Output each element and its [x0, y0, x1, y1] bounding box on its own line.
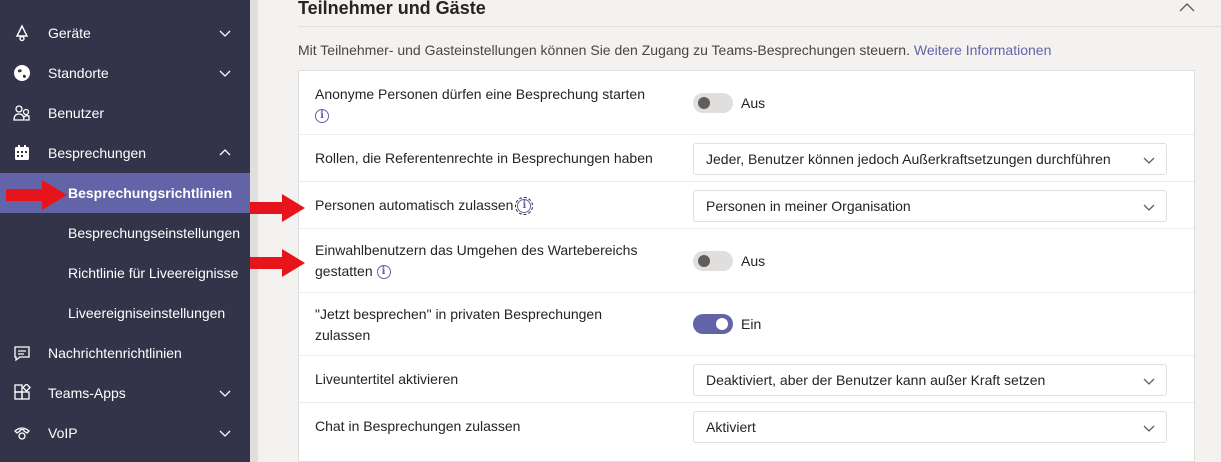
sidebar-item-besprechungen[interactable]: Besprechungen: [0, 133, 250, 173]
chevron-down-icon[interactable]: [218, 66, 232, 80]
chevron-down-icon: [1143, 378, 1155, 385]
chevron-down-icon[interactable]: [218, 386, 232, 400]
section-description: Mit Teilnehmer- und Gasteinstellungen kö…: [298, 42, 1051, 58]
annotation-arrow-icon: [250, 194, 305, 222]
sidebar-item-voip[interactable]: VoIP: [0, 413, 250, 453]
sidebar-item-label: Teams-Apps: [48, 385, 126, 401]
toggle-switch[interactable]: [693, 314, 733, 334]
toggle-state-label: Aus: [741, 95, 766, 111]
setting-row-presenter-roles: Rollen, die Referentenrechte in Besprech…: [299, 135, 1194, 182]
divider: [298, 26, 1221, 27]
apps-icon: [12, 383, 32, 403]
sidebar-item-label: VoIP: [48, 425, 78, 441]
toggle-knob: [698, 255, 710, 267]
setting-label-text: Einwahlbenutzern das Umgehen des Wartebe…: [315, 242, 638, 258]
toggle-switch[interactable]: [693, 251, 733, 271]
chevron-down-icon: [1143, 204, 1155, 211]
sidebar-divider: [250, 0, 258, 462]
setting-label: Liveuntertitel aktivieren: [315, 371, 459, 387]
setting-label: "Jetzt besprechen" in privaten Besprechu…: [315, 304, 602, 346]
chevron-down-icon: [1143, 157, 1155, 164]
dropdown-value: Deaktiviert, aber der Benutzer kann auße…: [706, 372, 1046, 388]
live-captions-dropdown[interactable]: Deaktiviert, aber der Benutzer kann auße…: [693, 364, 1167, 396]
sidebar-item-teams-apps[interactable]: Teams-Apps: [0, 373, 250, 413]
setting-row-meet-now-private: "Jetzt besprechen" in privaten Besprechu…: [299, 293, 1194, 356]
sidebar-subitem-besprechungseinstellungen[interactable]: Besprechungseinstellungen: [0, 213, 250, 253]
devices-icon: [12, 23, 32, 43]
dropdown-value: Jeder, Benutzer können jedoch Außerkraft…: [706, 151, 1111, 167]
learn-more-link[interactable]: Weitere Informationen: [914, 42, 1051, 58]
phone-icon: [12, 423, 32, 443]
meeting-chat-dropdown[interactable]: Aktiviert: [693, 411, 1167, 443]
toggle-knob: [698, 97, 710, 109]
info-icon[interactable]: i: [515, 197, 534, 216]
setting-label-text: zulassen: [315, 327, 371, 343]
sidebar-item-benutzer[interactable]: Benutzer: [0, 93, 250, 133]
info-icon[interactable]: i: [376, 265, 391, 280]
setting-label-text: Anonyme Personen dürfen eine Besprechung…: [315, 86, 645, 102]
sidebar-item-label: Standorte: [48, 65, 109, 81]
sidebar-item-label: Benutzer: [48, 105, 105, 121]
toggle-state-label: Ein: [741, 316, 762, 332]
sidebar-subitem-richtlinie-liveereignisse[interactable]: Richtlinie für Liveereignisse: [0, 253, 250, 293]
setting-label-text: gestatten: [315, 263, 373, 279]
toggle-switch[interactable]: [693, 93, 733, 113]
setting-label: Personen automatisch zulassen i: [315, 195, 534, 216]
sidebar-item-label: Besprechungen: [48, 145, 147, 161]
setting-row-live-captions: Liveuntertitel aktivieren Deaktiviert, a…: [299, 356, 1194, 403]
annotation-arrow-icon: [250, 249, 305, 277]
sidebar-subitem-label: Besprechungseinstellungen: [68, 225, 241, 241]
settings-card: Anonyme Personen dürfen eine Besprechung…: [298, 70, 1195, 462]
toggle-state-label: Aus: [741, 253, 766, 269]
sidebar-item-nachrichtenrichtlinien[interactable]: Nachrichtenrichtlinien: [0, 333, 250, 373]
chevron-down-icon: [1143, 425, 1155, 432]
sidebar-subitem-label: Richtlinie für Liveereignisse: [68, 265, 239, 281]
main-content: Teilnehmer und Gäste Mit Teilnehmer- und…: [258, 0, 1221, 462]
setting-label-text: Personen automatisch zulassen: [315, 197, 514, 213]
sidebar-subitem-label: Liveereigniseinstellungen: [68, 305, 226, 321]
setting-row-anonymous-start: Anonyme Personen dürfen eine Besprechung…: [299, 71, 1194, 135]
chat-icon: [12, 343, 32, 363]
sidebar-subitem-liveereigniseinstellungen[interactable]: Liveereigniseinstellungen: [0, 293, 250, 333]
dropdown-value: Personen in meiner Organisation: [706, 198, 911, 214]
description-text: Mit Teilnehmer- und Gasteinstellungen kö…: [298, 42, 910, 58]
chevron-up-icon[interactable]: [218, 146, 232, 160]
chevron-down-icon[interactable]: [218, 26, 232, 40]
users-icon: [12, 103, 32, 123]
sidebar-item-geraete[interactable]: Geräte: [0, 13, 250, 53]
presenter-roles-dropdown[interactable]: Jeder, Benutzer können jedoch Außerkraft…: [693, 143, 1167, 175]
annotation-arrow-icon: [6, 180, 67, 210]
dropdown-value: Aktiviert: [706, 419, 756, 435]
globe-icon: [12, 63, 32, 83]
setting-label: Chat in Besprechungen zulassen: [315, 418, 521, 434]
toggle-knob: [716, 318, 728, 330]
setting-label: Anonyme Personen dürfen eine Besprechung…: [315, 84, 645, 126]
setting-label-text: "Jetzt besprechen" in privaten Besprechu…: [315, 306, 603, 322]
auto-admit-dropdown[interactable]: Personen in meiner Organisation: [693, 190, 1167, 222]
setting-row-auto-admit: Personen automatisch zulassen i Personen…: [299, 182, 1194, 229]
chevron-up-icon[interactable]: [1178, 0, 1196, 14]
info-icon[interactable]: i: [315, 109, 329, 124]
setting-row-dialin-bypass-lobby: Einwahlbenutzern das Umgehen des Wartebe…: [299, 229, 1194, 293]
calendar-icon: [12, 143, 32, 163]
setting-row-meeting-chat: Chat in Besprechungen zulassen Aktiviert: [299, 403, 1194, 450]
section-title: Teilnehmer und Gäste: [298, 0, 486, 18]
setting-label: Rollen, die Referentenrechte in Besprech…: [315, 150, 653, 166]
chevron-down-icon[interactable]: [218, 426, 232, 440]
sidebar-item-label: Nachrichtenrichtlinien: [48, 345, 182, 361]
sidebar: Geräte Standorte Benutzer Besprechungen …: [0, 0, 250, 462]
setting-label: Einwahlbenutzern das Umgehen des Wartebe…: [315, 240, 637, 282]
sidebar-item-standorte[interactable]: Standorte: [0, 53, 250, 93]
sidebar-subitem-label: Besprechungsrichtlinien: [68, 185, 233, 201]
sidebar-item-label: Geräte: [48, 25, 91, 41]
